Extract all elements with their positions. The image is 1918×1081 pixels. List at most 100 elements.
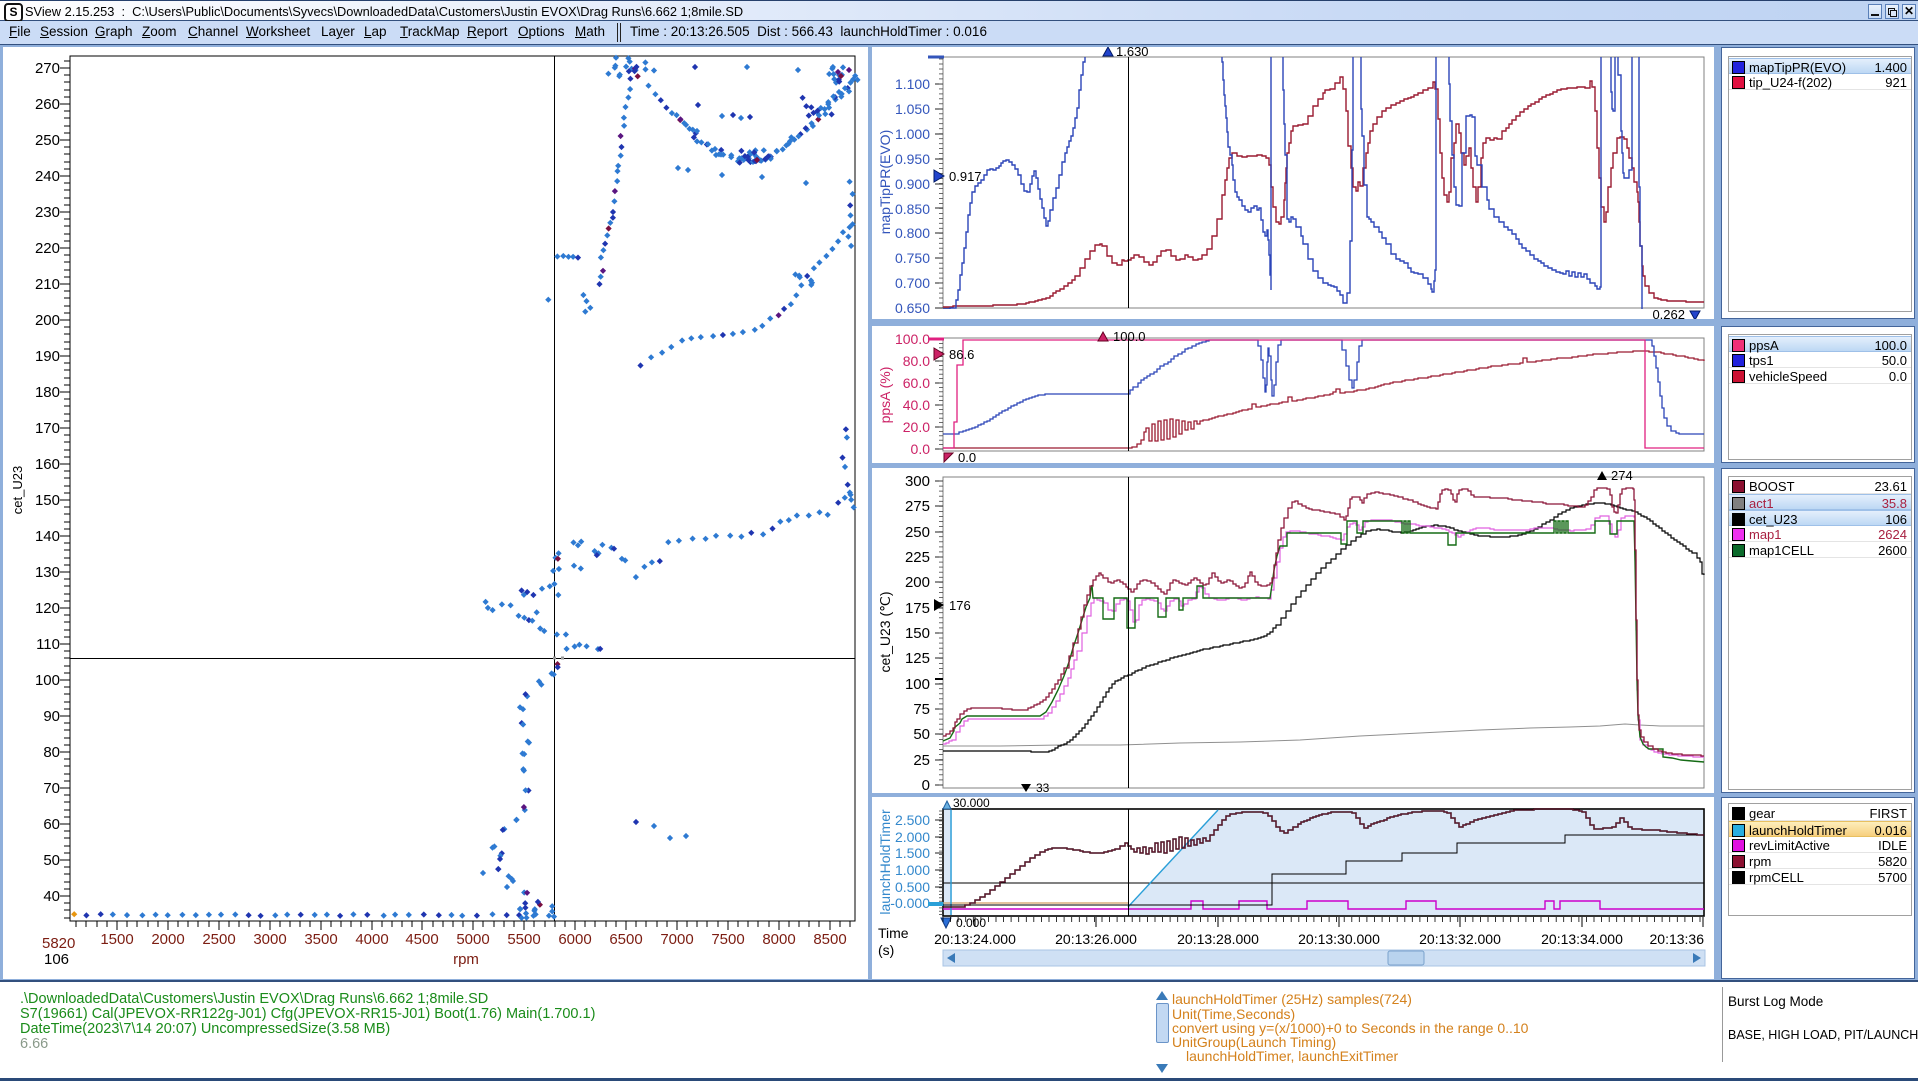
svg-text:25: 25 xyxy=(913,752,930,769)
svg-text:86.6: 86.6 xyxy=(949,347,974,362)
svg-text:225: 225 xyxy=(905,549,930,566)
svg-text:50: 50 xyxy=(43,852,60,869)
svg-text:0.750: 0.750 xyxy=(895,250,930,266)
svg-text:106: 106 xyxy=(44,951,69,968)
svg-text:0.917: 0.917 xyxy=(949,169,982,184)
svg-text:5000: 5000 xyxy=(456,931,489,948)
svg-text:0.950: 0.950 xyxy=(895,151,930,167)
svg-text:210: 210 xyxy=(35,276,60,293)
svg-text:mapTipPR(EVO): mapTipPR(EVO) xyxy=(877,130,893,235)
svg-text:150: 150 xyxy=(35,492,60,509)
svg-text:5500: 5500 xyxy=(507,931,540,948)
svg-text:6000: 6000 xyxy=(558,931,591,948)
svg-text:cet_U23: cet_U23 xyxy=(10,466,25,514)
svg-text:90: 90 xyxy=(43,708,60,725)
svg-text:1500: 1500 xyxy=(100,931,133,948)
svg-text:1.000: 1.000 xyxy=(895,862,930,878)
svg-text:0.000: 0.000 xyxy=(956,916,986,930)
svg-text:176: 176 xyxy=(949,598,971,613)
svg-text:270: 270 xyxy=(35,60,60,77)
svg-text:230: 230 xyxy=(35,204,60,221)
svg-text:250: 250 xyxy=(905,524,930,541)
svg-text:rpm: rpm xyxy=(453,951,479,968)
svg-text:160: 160 xyxy=(35,456,60,473)
svg-text:0.262: 0.262 xyxy=(1652,307,1685,319)
svg-text:20:13:24.000: 20:13:24.000 xyxy=(934,931,1016,947)
svg-text:175: 175 xyxy=(905,600,930,617)
svg-text:2500: 2500 xyxy=(202,931,235,948)
svg-text:100: 100 xyxy=(905,676,930,693)
svg-text:33: 33 xyxy=(1036,781,1050,793)
svg-text:100: 100 xyxy=(35,672,60,689)
svg-text:(s): (s) xyxy=(878,942,894,958)
svg-text:40: 40 xyxy=(43,888,60,905)
svg-text:80.0: 80.0 xyxy=(903,353,930,369)
svg-text:-0.000: -0.000 xyxy=(890,895,930,911)
svg-text:180: 180 xyxy=(35,384,60,401)
svg-text:1.500: 1.500 xyxy=(895,845,930,861)
svg-text:0.850: 0.850 xyxy=(895,201,930,217)
svg-text:30.000: 30.000 xyxy=(953,797,990,810)
svg-text:1.630: 1.630 xyxy=(1116,47,1149,59)
svg-text:200: 200 xyxy=(35,312,60,329)
svg-text:140: 140 xyxy=(35,528,60,545)
svg-text:100.0: 100.0 xyxy=(895,331,930,347)
svg-text:0.500: 0.500 xyxy=(895,879,930,895)
svg-text:75: 75 xyxy=(913,701,930,718)
svg-text:3500: 3500 xyxy=(304,931,337,948)
svg-text:20:13:36: 20:13:36 xyxy=(1650,931,1705,947)
svg-text:170: 170 xyxy=(35,420,60,437)
svg-text:launchHoldTimer: launchHoldTimer xyxy=(877,809,893,915)
svg-text:260: 260 xyxy=(35,96,60,113)
svg-text:Time: Time xyxy=(878,925,909,941)
svg-text:4500: 4500 xyxy=(405,931,438,948)
svg-text:150: 150 xyxy=(905,625,930,642)
svg-text:20:13:34.000: 20:13:34.000 xyxy=(1541,931,1623,947)
svg-text:0.900: 0.900 xyxy=(895,176,930,192)
svg-text:200: 200 xyxy=(905,574,930,591)
svg-text:275: 275 xyxy=(905,498,930,515)
svg-text:20:13:26.000: 20:13:26.000 xyxy=(1055,931,1137,947)
svg-text:80: 80 xyxy=(43,744,60,761)
svg-text:0.700: 0.700 xyxy=(895,275,930,291)
svg-text:2000: 2000 xyxy=(151,931,184,948)
svg-text:6500: 6500 xyxy=(609,931,642,948)
svg-text:60: 60 xyxy=(43,816,60,833)
svg-text:1.100: 1.100 xyxy=(895,76,930,92)
svg-text:20:13:30.000: 20:13:30.000 xyxy=(1298,931,1380,947)
svg-text:0.0: 0.0 xyxy=(958,450,976,463)
svg-text:250: 250 xyxy=(35,132,60,149)
svg-text:5820: 5820 xyxy=(42,935,75,952)
svg-text:2.000: 2.000 xyxy=(895,829,930,845)
svg-text:20:13:28.000: 20:13:28.000 xyxy=(1177,931,1259,947)
svg-text:130: 130 xyxy=(35,564,60,581)
svg-text:20:13:32.000: 20:13:32.000 xyxy=(1419,931,1501,947)
svg-text:190: 190 xyxy=(35,348,60,365)
svg-text:125: 125 xyxy=(905,650,930,667)
svg-text:ppsA (%): ppsA (%) xyxy=(877,367,893,424)
svg-text:1.000: 1.000 xyxy=(895,126,930,142)
svg-text:8500: 8500 xyxy=(813,931,846,948)
svg-text:240: 240 xyxy=(35,168,60,185)
svg-text:50: 50 xyxy=(913,726,930,743)
svg-text:100.0: 100.0 xyxy=(1113,329,1146,344)
svg-text:1.050: 1.050 xyxy=(895,101,930,117)
svg-text:0.800: 0.800 xyxy=(895,225,930,241)
svg-text:220: 220 xyxy=(35,240,60,257)
svg-text:110: 110 xyxy=(36,636,60,653)
svg-text:3000: 3000 xyxy=(253,931,286,948)
svg-text:cet_U23 (℃): cet_U23 (℃) xyxy=(877,591,893,672)
svg-text:4000: 4000 xyxy=(355,931,388,948)
svg-text:7000: 7000 xyxy=(660,931,693,948)
svg-text:70: 70 xyxy=(43,780,60,797)
svg-text:120: 120 xyxy=(35,600,60,617)
svg-text:274: 274 xyxy=(1611,468,1633,483)
svg-text:7500: 7500 xyxy=(711,931,744,948)
svg-text:8000: 8000 xyxy=(762,931,795,948)
svg-text:40.0: 40.0 xyxy=(903,397,930,413)
svg-text:300: 300 xyxy=(905,473,930,490)
svg-text:2.500: 2.500 xyxy=(895,812,930,828)
svg-text:60.0: 60.0 xyxy=(903,375,930,391)
svg-text:20.0: 20.0 xyxy=(903,419,930,435)
svg-text:0: 0 xyxy=(922,777,930,793)
